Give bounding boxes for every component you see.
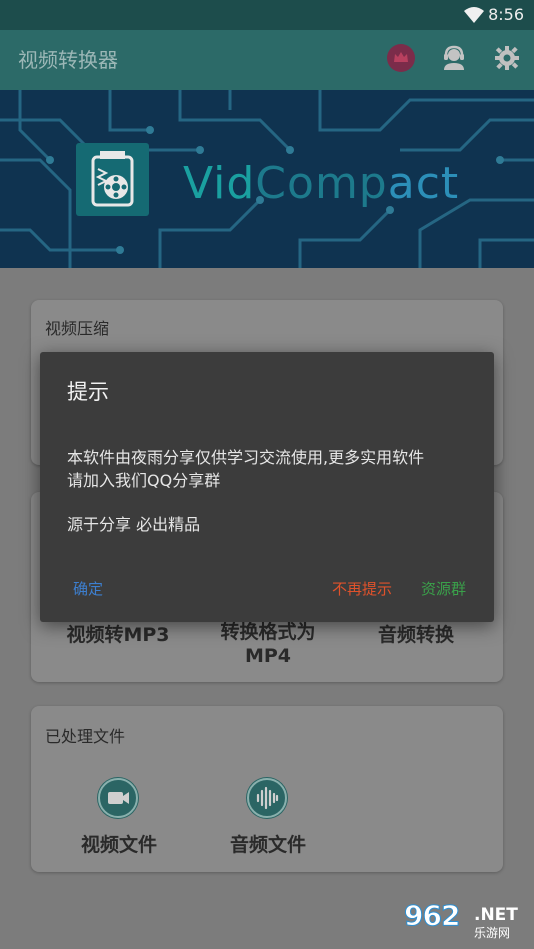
video-to-mp3-button[interactable]: 视频转MP3 [63, 620, 173, 647]
audio-files-button[interactable]: 音频文件 [216, 830, 320, 857]
status-bar: 8:56 [0, 0, 534, 30]
dont-show-again-button[interactable]: 不再提示 [332, 578, 392, 599]
video-compress-title: 视频压缩 [45, 319, 110, 338]
vidcompact-logo-icon [76, 143, 149, 216]
resource-group-button[interactable]: 资源群 [421, 578, 466, 599]
app-bar: 视频转换器 [0, 30, 534, 90]
dialog-title: 提示 [67, 380, 109, 404]
customer-service-icon[interactable] [440, 44, 468, 72]
vidcompact-brand-text: VidCompact [183, 158, 460, 209]
dialog-message: 本软件由夜雨分享仅供学习交流使用,更多实用软件 请加入我们QQ分享群 [67, 448, 425, 490]
app-title: 视频转换器 [18, 48, 118, 72]
ok-button[interactable]: 确定 [73, 578, 103, 599]
watermark-logo: 962 .NET 乐游网 [403, 899, 518, 941]
notice-dialog: 提示 本软件由夜雨分享仅供学习交流使用,更多实用软件 请加入我们QQ分享群 源于… [40, 352, 494, 622]
crown-icon[interactable] [387, 44, 415, 72]
audio-wave-icon[interactable] [246, 777, 288, 819]
status-time: 8:56 [488, 5, 524, 24]
video-files-button[interactable]: 视频文件 [67, 830, 171, 857]
dialog-submessage: 源于分享 必出精品 [67, 515, 201, 534]
processed-files-title: 已处理文件 [45, 727, 126, 746]
vidcompact-banner: VidCompact [0, 90, 534, 268]
video-camera-icon[interactable] [97, 777, 139, 819]
gear-icon[interactable] [493, 44, 521, 72]
processed-files-card: 已处理文件 视频文件 音频文件 [31, 706, 503, 872]
wifi-icon [464, 7, 484, 23]
convert-to-mp4-button[interactable]: 转换格式为 MP4 [209, 620, 327, 668]
audio-convert-button[interactable]: 音频转换 [361, 620, 471, 647]
